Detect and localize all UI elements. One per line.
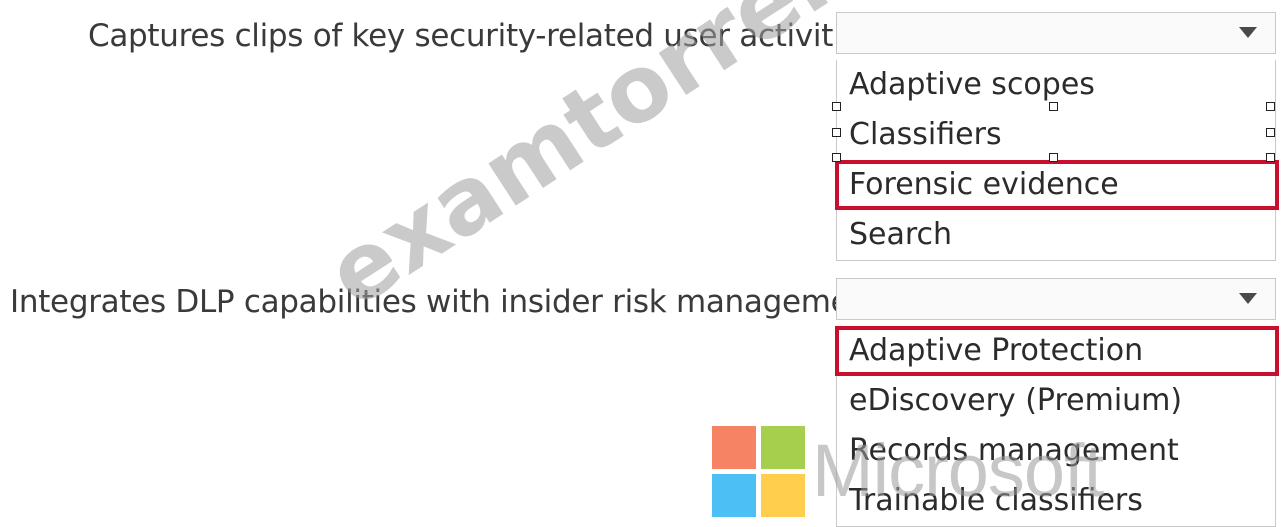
dropdown-forensic[interactable]: Adaptive scopes Classifiers Forensic evi… [835, 12, 1279, 261]
resize-handle [1049, 153, 1058, 162]
microsoft-logo-icon [712, 426, 808, 520]
microsoft-wordmark: Microsoft [812, 429, 1104, 512]
logo-square-yellow [761, 474, 805, 517]
chevron-down-icon[interactable] [1239, 27, 1257, 38]
question-1-label: Captures clips of key security-related u… [88, 18, 887, 54]
option-adaptive-protection[interactable]: Adaptive Protection [835, 326, 1279, 376]
option-forensic-evidence[interactable]: Forensic evidence [835, 160, 1279, 210]
option-ediscovery-premium[interactable]: eDiscovery (Premium) [837, 376, 1275, 426]
question-2-label: Integrates DLP capabilities with insider… [10, 284, 891, 320]
option-search[interactable]: Search [837, 210, 1275, 260]
resize-handle [832, 102, 841, 111]
resize-handle [1266, 102, 1275, 111]
resize-handle [1049, 102, 1058, 111]
select-box[interactable] [836, 278, 1276, 320]
resize-handle [1266, 128, 1275, 137]
logo-square-red [712, 426, 756, 469]
select-box[interactable] [836, 12, 1276, 54]
resize-handle [1266, 153, 1275, 162]
logo-square-green [761, 426, 805, 469]
chevron-down-icon[interactable] [1239, 293, 1257, 304]
resize-handle [832, 128, 841, 137]
resize-handle [832, 153, 841, 162]
logo-square-blue [712, 474, 756, 517]
